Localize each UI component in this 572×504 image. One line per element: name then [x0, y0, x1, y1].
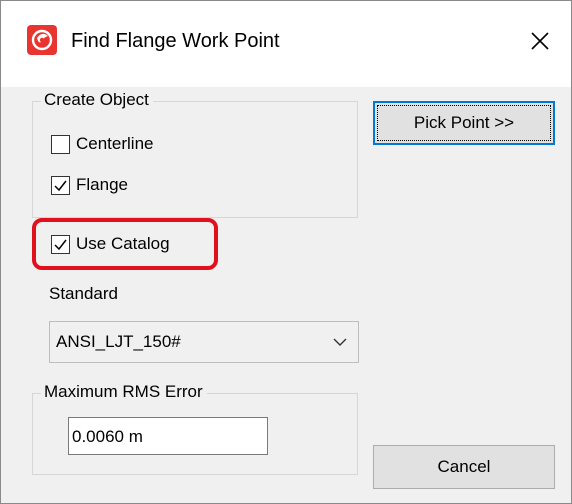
cancel-button[interactable]: Cancel: [373, 445, 555, 489]
flange-label: Flange: [76, 175, 128, 194]
cancel-label: Cancel: [437, 457, 491, 476]
create-object-group: [32, 101, 358, 218]
standard-dropdown[interactable]: ANSI_LJT_150#: [49, 321, 359, 363]
rms-error-value: 0.0060 m: [72, 427, 143, 446]
create-object-legend: Create Object: [41, 89, 153, 111]
title-bar: Find Flange Work Point: [1, 1, 571, 87]
dialog-window: Find Flange Work Point Create Object Cen…: [0, 0, 572, 504]
centerline-checkbox[interactable]: [51, 134, 70, 154]
rms-error-legend: Maximum RMS Error: [41, 381, 207, 403]
flange-checkbox-row[interactable]: Flange: [51, 172, 128, 198]
centerline-checkbox-row[interactable]: Centerline: [51, 131, 154, 157]
close-icon: [531, 32, 549, 50]
checkmark-icon: [54, 180, 67, 191]
window-title: Find Flange Work Point: [71, 30, 280, 52]
standard-selected-value: ANSI_LJT_150#: [56, 332, 181, 351]
use-catalog-label: Use Catalog: [76, 234, 170, 253]
standard-label: Standard: [49, 284, 118, 303]
chevron-down-icon: [333, 338, 347, 346]
use-catalog-checkbox[interactable]: [51, 234, 70, 254]
checkmark-icon: [54, 239, 67, 250]
centerline-label: Centerline: [76, 134, 154, 153]
autodesk-logo-icon: [27, 25, 57, 55]
use-catalog-checkbox-row[interactable]: Use Catalog: [51, 231, 170, 257]
flange-checkbox[interactable]: [51, 175, 70, 195]
rms-error-input[interactable]: 0.0060 m: [68, 417, 268, 455]
close-button[interactable]: [509, 9, 571, 73]
pick-point-label: Pick Point >>: [413, 113, 515, 132]
pick-point-button[interactable]: Pick Point >>: [373, 101, 555, 145]
